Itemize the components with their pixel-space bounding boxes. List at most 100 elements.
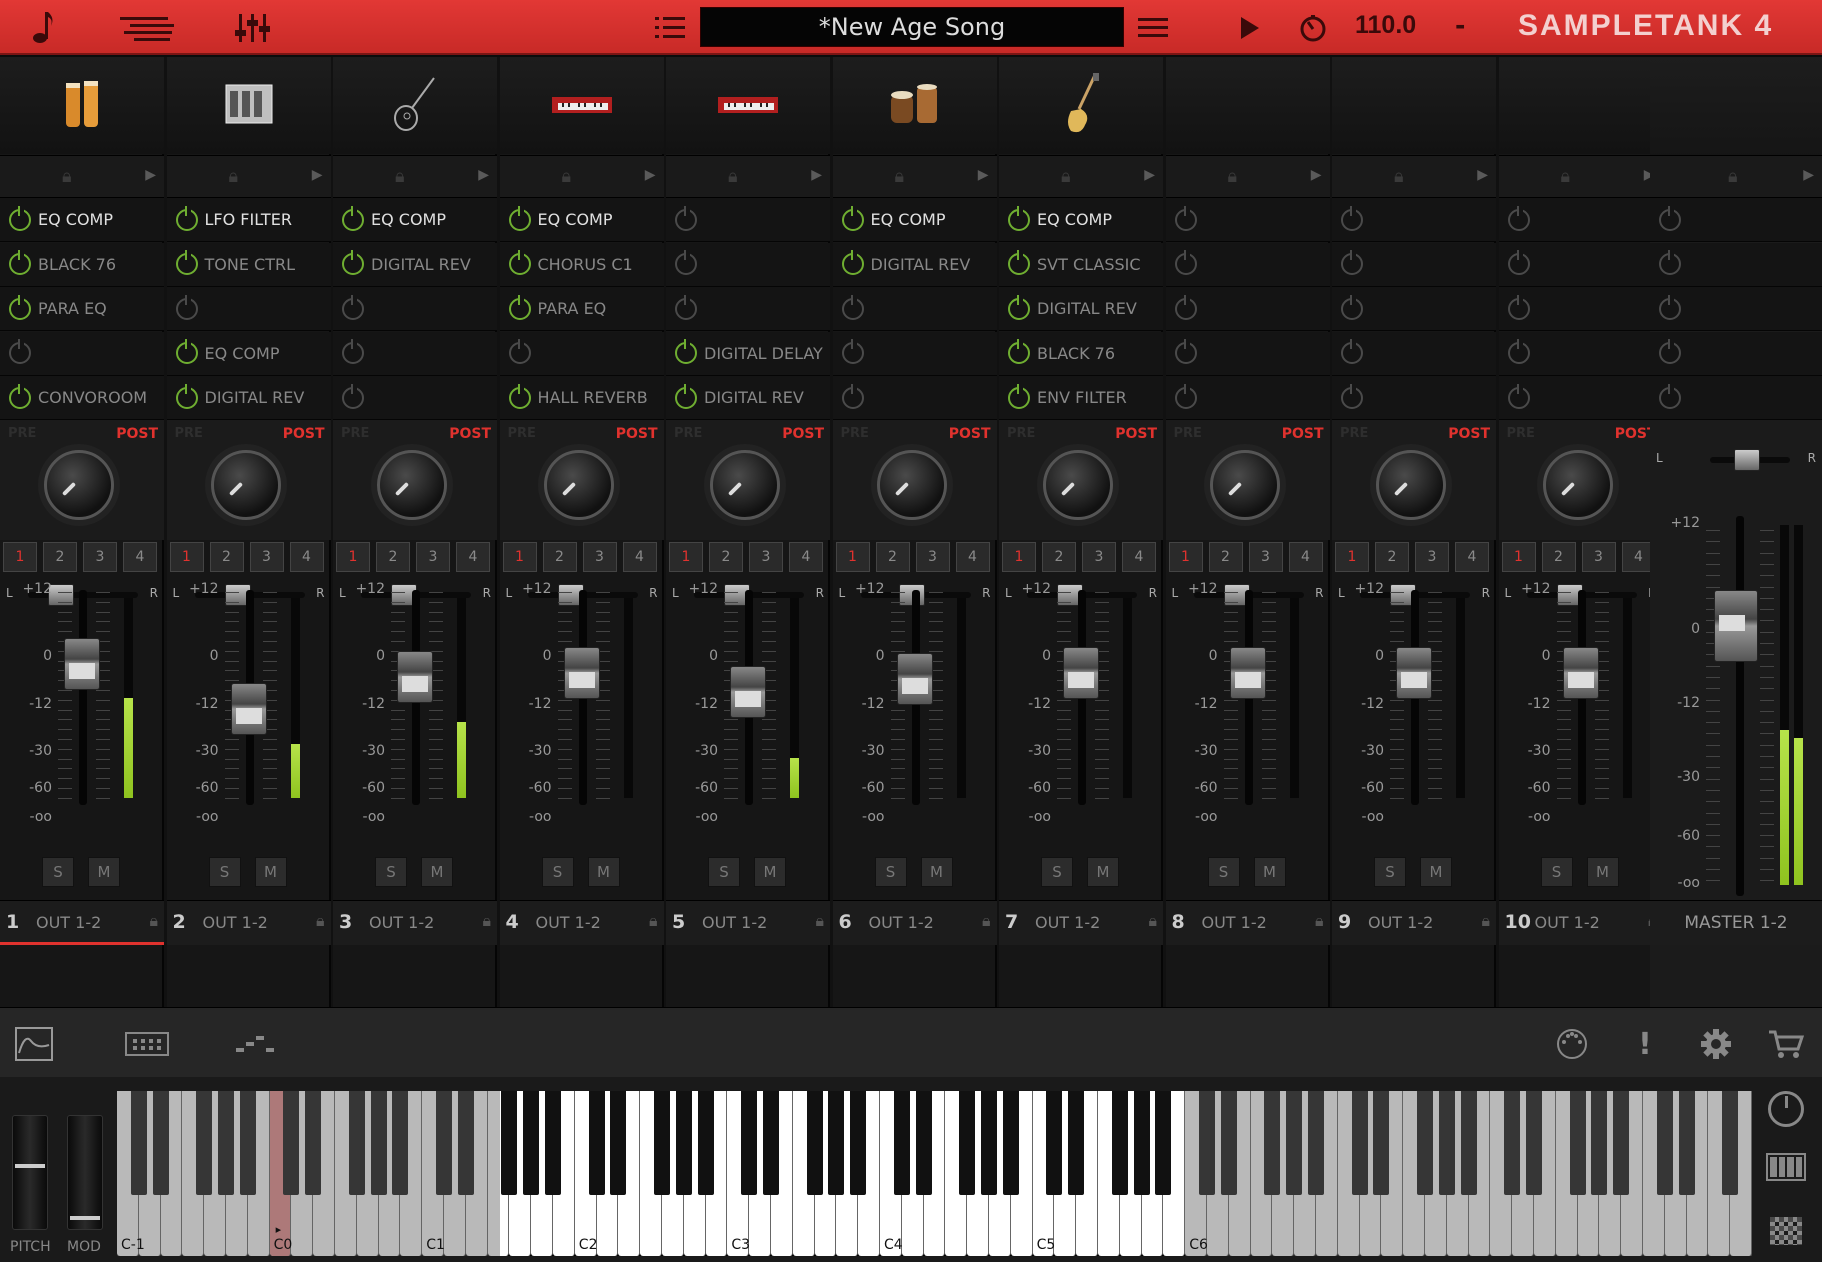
fx-slot[interactable]: CONVOROOM xyxy=(0,376,164,420)
black-key[interactable] xyxy=(1046,1091,1063,1195)
play-arrow-icon[interactable]: ▶ xyxy=(145,167,156,183)
fx-power-icon[interactable] xyxy=(841,205,864,231)
fx-slot[interactable] xyxy=(832,287,997,331)
fx-power-icon[interactable] xyxy=(1008,250,1030,275)
black-key[interactable] xyxy=(1569,1091,1586,1195)
solo-button[interactable]: S xyxy=(1207,857,1240,887)
black-key[interactable] xyxy=(1111,1091,1128,1195)
bus-button-3[interactable]: 3 xyxy=(1581,542,1616,572)
volume-fader[interactable] xyxy=(730,666,766,718)
black-key[interactable] xyxy=(675,1091,692,1195)
volume-fader[interactable] xyxy=(1562,646,1599,699)
bus-button-1[interactable]: 1 xyxy=(1168,542,1203,572)
solo-button[interactable]: S xyxy=(1374,857,1406,887)
playlist-icon[interactable] xyxy=(652,8,688,48)
fx-slot[interactable] xyxy=(1165,287,1330,331)
black-key[interactable] xyxy=(239,1091,256,1195)
send-knob[interactable] xyxy=(1376,450,1446,520)
black-key[interactable] xyxy=(828,1091,845,1195)
fx-slot[interactable]: LFO FILTER xyxy=(166,198,331,242)
channel-output[interactable]: OUT 1-2 xyxy=(536,913,601,932)
solo-button[interactable]: S xyxy=(1041,857,1073,887)
fx-power-icon[interactable] xyxy=(1008,294,1030,320)
volume-fader[interactable] xyxy=(230,683,267,736)
mixer-icon[interactable] xyxy=(230,8,276,48)
post-toggle[interactable]: POST xyxy=(949,426,991,442)
channel-output[interactable]: OUT 1-2 xyxy=(1202,913,1267,932)
black-key[interactable] xyxy=(806,1091,823,1195)
bus-button-1[interactable]: 1 xyxy=(336,542,370,572)
bus-button-2[interactable]: 2 xyxy=(1042,542,1076,572)
channel-number[interactable]: 4 xyxy=(506,911,519,933)
fx-slot[interactable] xyxy=(832,331,997,376)
fx-slot[interactable] xyxy=(333,287,497,331)
post-toggle[interactable]: POST xyxy=(616,426,658,442)
bus-button-1[interactable]: 1 xyxy=(502,542,537,572)
black-key[interactable] xyxy=(1351,1091,1368,1195)
instrument-slot[interactable] xyxy=(166,57,331,154)
lock-icon[interactable]: 🔒︎ xyxy=(229,166,239,187)
black-key[interactable] xyxy=(850,1091,867,1195)
post-toggle[interactable]: POST xyxy=(116,426,158,442)
fx-slot[interactable] xyxy=(1650,376,1822,420)
fx-power-icon[interactable] xyxy=(675,205,697,231)
black-key[interactable] xyxy=(654,1091,670,1195)
lock-icon[interactable]: 🔒︎ xyxy=(482,911,491,931)
fx-power-icon[interactable] xyxy=(175,294,198,320)
send-knob[interactable] xyxy=(710,450,780,520)
bus-button-3[interactable]: 3 xyxy=(83,542,117,572)
lock-icon[interactable]: 🔒︎ xyxy=(1561,166,1571,187)
fx-slot[interactable] xyxy=(1332,331,1496,376)
pre-toggle[interactable]: PRE xyxy=(674,426,702,441)
bus-button-1[interactable]: 1 xyxy=(1501,542,1536,572)
tempo-display[interactable]: 110.0 xyxy=(1355,11,1416,40)
lock-icon[interactable]: 🔒︎ xyxy=(395,166,405,187)
fx-power-icon[interactable] xyxy=(1659,205,1681,231)
black-key[interactable] xyxy=(152,1091,169,1195)
fx-slot[interactable]: EQ COMP xyxy=(832,198,997,242)
fx-power-icon[interactable] xyxy=(342,250,364,275)
pre-toggle[interactable]: PRE xyxy=(8,426,36,441)
fx-power-icon[interactable] xyxy=(1174,205,1197,231)
fx-slot[interactable] xyxy=(1498,331,1663,376)
lock-icon[interactable]: 🔒︎ xyxy=(1228,166,1238,187)
instrument-slot[interactable] xyxy=(832,57,997,154)
black-key[interactable] xyxy=(1504,1091,1521,1195)
fx-power-icon[interactable] xyxy=(675,294,697,320)
bus-button-1[interactable]: 1 xyxy=(669,542,703,572)
fx-power-icon[interactable] xyxy=(1507,205,1530,231)
channel-output[interactable]: OUT 1-2 xyxy=(1535,913,1600,932)
bus-button-4[interactable]: 4 xyxy=(622,542,657,572)
song-list-icon[interactable] xyxy=(120,8,176,48)
bus-button-4[interactable]: 4 xyxy=(955,542,990,572)
channel-number[interactable]: 1 xyxy=(6,911,19,933)
fx-power-icon[interactable] xyxy=(841,294,864,320)
bus-button-2[interactable]: 2 xyxy=(1375,542,1409,572)
fx-power-icon[interactable] xyxy=(1174,250,1197,275)
alert-icon[interactable]: ! xyxy=(1625,1026,1665,1062)
fx-slot[interactable]: BLACK 76 xyxy=(999,331,1163,376)
fx-slot[interactable]: ENV FILTER xyxy=(999,376,1163,420)
fx-power-icon[interactable] xyxy=(9,339,31,364)
black-key[interactable] xyxy=(588,1091,605,1195)
fx-slot[interactable]: PARA EQ xyxy=(499,287,664,331)
fx-slot[interactable] xyxy=(1165,242,1330,287)
pre-toggle[interactable]: PRE xyxy=(1174,426,1202,441)
bus-button-2[interactable]: 2 xyxy=(376,542,410,572)
post-toggle[interactable]: POST xyxy=(1115,426,1157,442)
channel-number[interactable]: 7 xyxy=(1005,911,1018,933)
menu-icon[interactable] xyxy=(1136,8,1170,48)
lock-icon[interactable]: 🔒︎ xyxy=(1394,166,1404,187)
bus-button-2[interactable]: 2 xyxy=(875,542,910,572)
pre-toggle[interactable]: PRE xyxy=(175,426,203,441)
black-key[interactable] xyxy=(1199,1091,1215,1195)
fx-slot[interactable]: SVT CLASSIC xyxy=(999,242,1163,287)
bus-button-4[interactable]: 4 xyxy=(123,542,157,572)
black-key[interactable] xyxy=(915,1091,932,1195)
send-knob[interactable] xyxy=(377,450,447,520)
fx-slot[interactable]: DIGITAL DELAY xyxy=(666,331,830,376)
channel-number[interactable]: 2 xyxy=(173,911,186,933)
fx-slot[interactable] xyxy=(1650,287,1822,331)
keyboard-mode-icon[interactable] xyxy=(1766,1153,1806,1181)
black-key[interactable] xyxy=(1417,1091,1433,1195)
